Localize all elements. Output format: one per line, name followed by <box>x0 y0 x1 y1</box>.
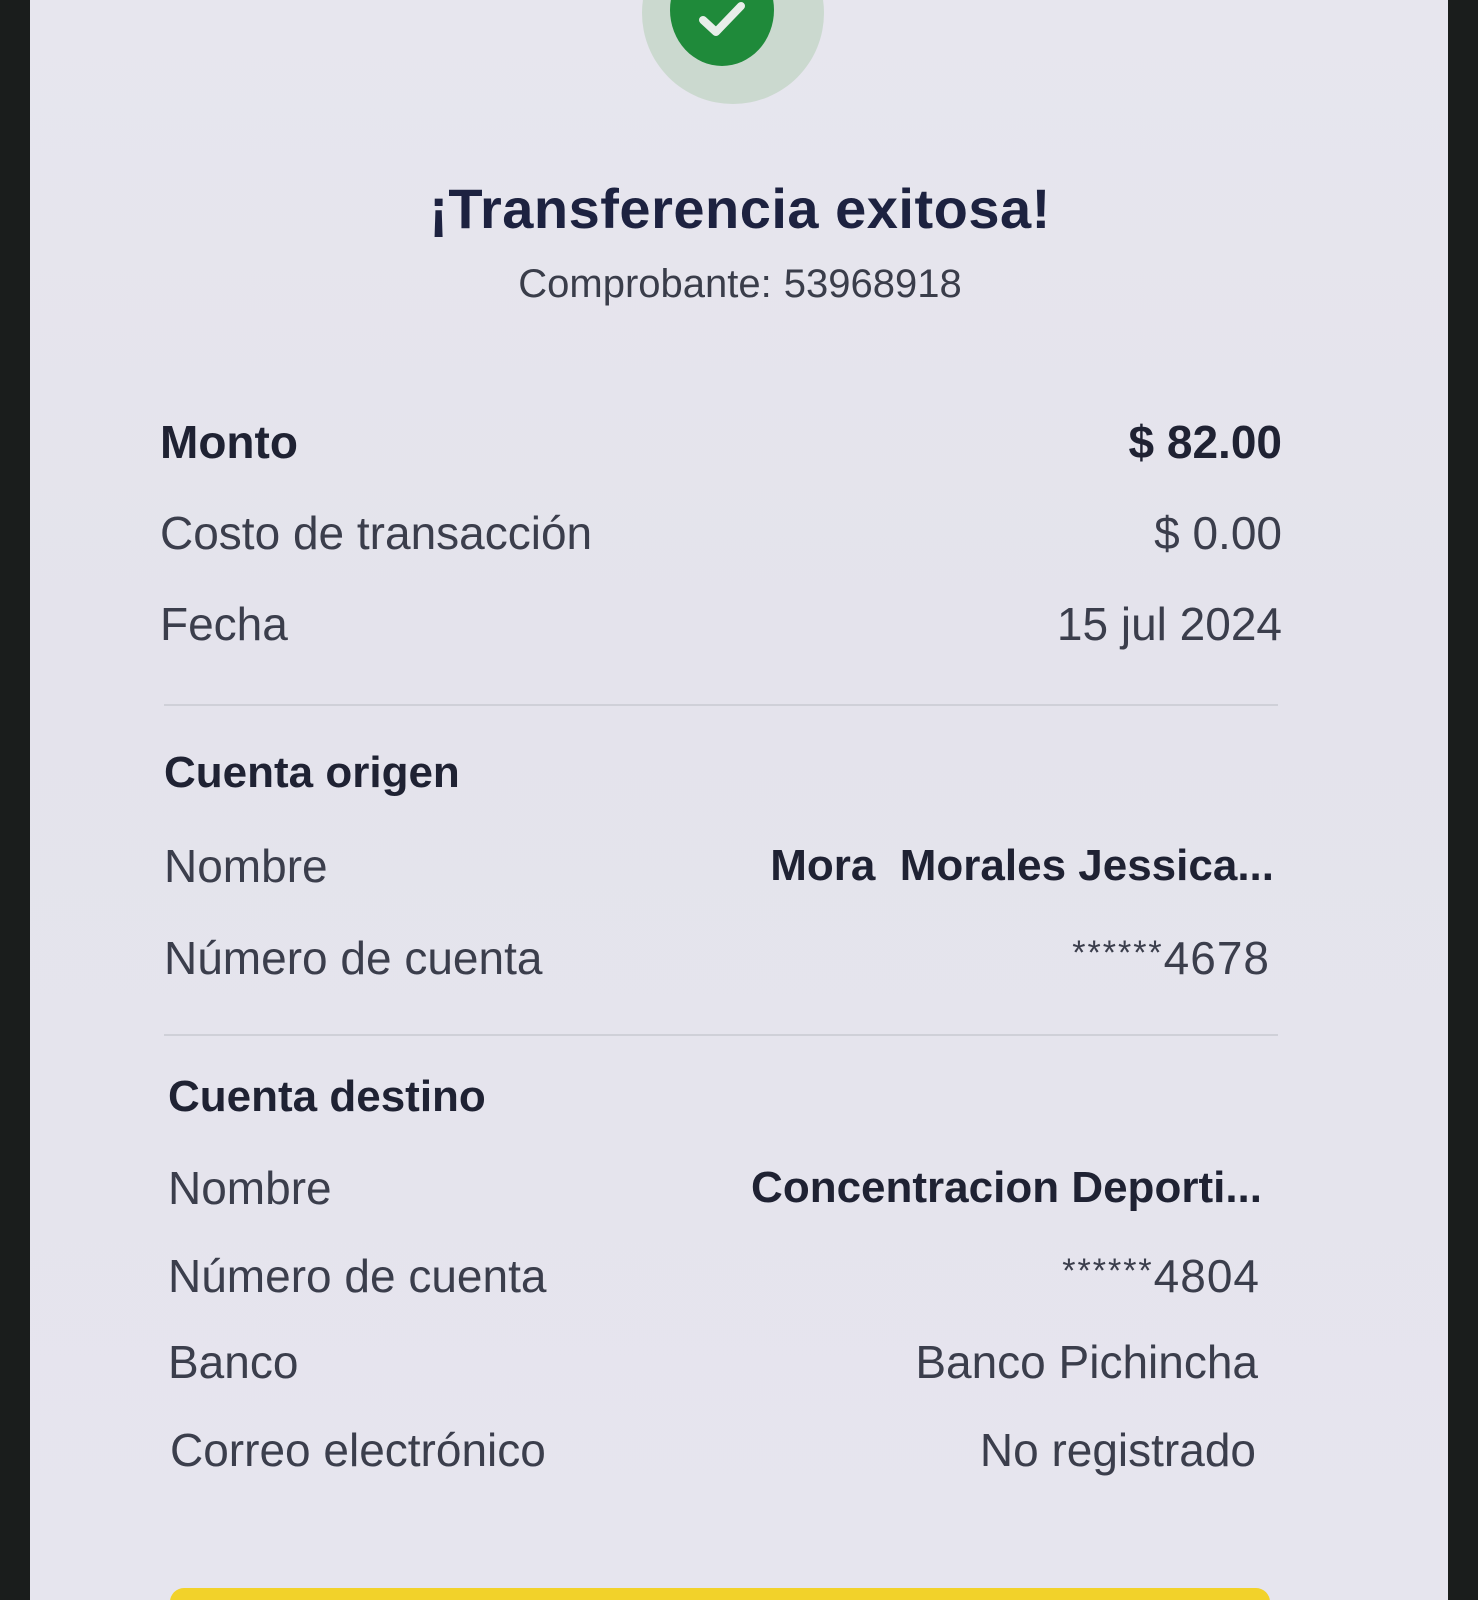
fee-label: Costo de transacción <box>160 507 593 559</box>
origin-account-value: ******4678 <box>1072 931 1270 985</box>
voucher-number: 53968918 <box>783 262 962 306</box>
destination-name-row: Nombre Concentracion Deporti... <box>168 1158 1262 1218</box>
destination-account-row: Número de cuenta ******4804 <box>168 1246 1260 1306</box>
destination-email-label: Correo electrónico <box>170 1424 546 1476</box>
date-label: Fecha <box>160 598 288 650</box>
transfer-receipt-screen: ¡Transferencia exitosa! Comprobante: 5396… <box>30 0 1448 1600</box>
origin-account-row: Número de cuenta ******4678 <box>164 928 1270 988</box>
destination-account-value: ******4804 <box>1062 1249 1260 1303</box>
date-row: Fecha 15 jul 2024 <box>160 594 1282 654</box>
divider <box>164 1034 1278 1036</box>
mask-stars: ****** <box>1072 934 1164 972</box>
destination-email-value: No registrado <box>979 1424 1256 1476</box>
fee-value: $ 0.00 <box>1154 507 1282 559</box>
fee-row: Costo de transacción $ 0.00 <box>160 503 1282 563</box>
primary-action-button[interactable] <box>170 1588 1270 1600</box>
origin-section-title: Cuenta origen <box>164 748 460 797</box>
voucher-label: Comprobante: <box>518 262 772 306</box>
destination-name-label: Nombre <box>168 1162 332 1214</box>
origin-name-label: Nombre <box>164 840 328 892</box>
page-title: ¡Transferencia exitosa! <box>429 177 1051 240</box>
destination-bank-label: Banco <box>168 1336 299 1388</box>
destination-section-title: Cuenta destino <box>168 1072 486 1121</box>
mask-stars: ****** <box>1062 1252 1154 1290</box>
destination-bank-value: Banco Pichincha <box>915 1336 1258 1388</box>
destination-name-value: Concentracion Deporti... <box>751 1163 1262 1212</box>
account-last-digits: 4678 <box>1163 932 1270 984</box>
origin-account-label: Número de cuenta <box>164 932 543 984</box>
voucher-line: Comprobante: 53968918 <box>30 262 1448 307</box>
destination-account-label: Número de cuenta <box>168 1250 547 1302</box>
origin-name-row: Nombre Mora Morales Jessica... <box>164 836 1274 896</box>
amount-value: $ 82.00 <box>1128 416 1282 468</box>
destination-bank-row: Banco Banco Pichincha <box>168 1332 1258 1392</box>
destination-email-row: Correo electrónico No registrado <box>170 1420 1256 1480</box>
divider <box>164 704 1278 706</box>
amount-row: Monto $ 82.00 <box>160 412 1282 472</box>
amount-label: Monto <box>160 416 298 468</box>
account-last-digits: 4804 <box>1153 1250 1260 1302</box>
origin-name-value: Mora Morales Jessica... <box>770 841 1274 890</box>
date-value: 15 jul 2024 <box>1056 598 1282 650</box>
